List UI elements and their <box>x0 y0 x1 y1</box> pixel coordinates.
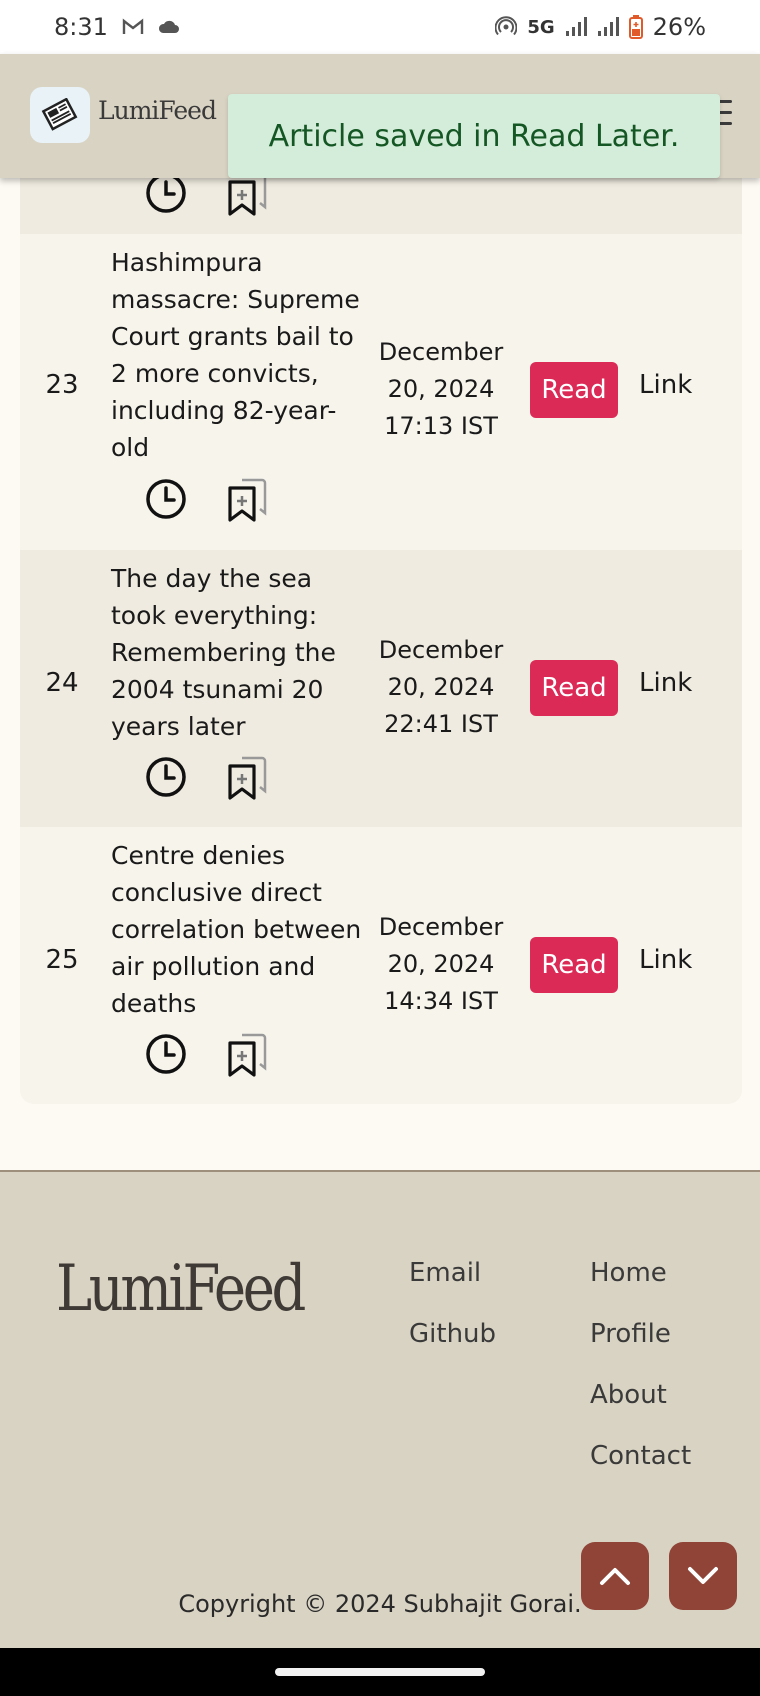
scroll-top-button[interactable] <box>581 1542 649 1610</box>
status-bar: 8:31 5G 26% <box>0 0 760 54</box>
article-date: December 20, 2024 14:34 IST <box>378 913 504 1015</box>
article-date: December 20, 2024 17:13 IST <box>378 338 504 440</box>
logo[interactable] <box>30 87 90 143</box>
clock-icon[interactable] <box>144 755 188 799</box>
footer-link-about[interactable]: About <box>590 1380 691 1411</box>
article-link[interactable]: Link <box>639 370 692 400</box>
system-nav-bar <box>0 1648 760 1696</box>
article-title: The day the sea took everything: Remembe… <box>111 564 336 741</box>
article-link[interactable]: Link <box>639 668 692 698</box>
bookmark-add-icon[interactable] <box>224 476 272 522</box>
battery-icon <box>628 15 643 39</box>
footer: LumiFeed Email Github Home Profile About… <box>0 1170 760 1648</box>
bookmark-add-icon[interactable] <box>224 178 272 216</box>
clock-icon[interactable] <box>144 178 188 215</box>
articles-table: 23 Hashimpura massacre: Supreme Court gr… <box>20 178 742 1104</box>
chevron-up-icon <box>600 1568 630 1585</box>
footer-links-nav: Home Profile About Contact <box>590 1258 691 1472</box>
table-row: 24 The day the sea took everything: Reme… <box>20 550 742 827</box>
status-time: 8:31 <box>54 13 108 41</box>
newspaper-icon <box>41 98 78 131</box>
article-number: 24 <box>45 668 79 698</box>
footer-link-github[interactable]: Github <box>409 1319 496 1350</box>
footer-link-email[interactable]: Email <box>409 1258 496 1289</box>
footer-logo[interactable]: LumiFeed <box>56 1252 306 1326</box>
article-link[interactable]: Link <box>639 945 692 975</box>
article-number: 23 <box>45 370 79 400</box>
article-date: December 20, 2024 22:41 IST <box>378 636 504 738</box>
brand-name[interactable]: LumiFeed <box>98 96 217 125</box>
footer-links-contact: Email Github <box>409 1258 496 1350</box>
table-row-partial <box>20 178 742 234</box>
article-number: 25 <box>45 945 79 975</box>
clock-icon[interactable] <box>144 1032 188 1076</box>
network-type: 5G <box>527 16 555 38</box>
article-title: Hashimpura massacre: Supreme Court grant… <box>111 248 360 462</box>
read-button[interactable]: Read <box>530 937 618 993</box>
toast-notification: Article saved in Read Later. <box>228 94 720 178</box>
home-gesture-handle[interactable] <box>275 1668 485 1676</box>
bookmark-add-icon[interactable] <box>224 1031 272 1077</box>
read-button[interactable]: Read <box>530 660 618 716</box>
table-row: 23 Hashimpura massacre: Supreme Court gr… <box>20 234 742 550</box>
signal-icon-2 <box>597 17 619 37</box>
bookmark-add-icon[interactable] <box>224 754 272 800</box>
table-row: 25 Centre denies conclusive direct corre… <box>20 827 742 1104</box>
read-button[interactable]: Read <box>530 362 618 418</box>
clock-icon[interactable] <box>144 477 188 521</box>
gmail-icon <box>122 18 144 36</box>
article-title: Centre denies conclusive direct correlat… <box>111 841 362 1018</box>
scroll-bottom-button[interactable] <box>669 1542 737 1610</box>
cloud-icon <box>158 19 180 35</box>
battery-level: 26% <box>652 13 706 41</box>
signal-icon <box>565 17 587 37</box>
footer-link-home[interactable]: Home <box>590 1258 691 1289</box>
hotspot-icon <box>495 16 518 38</box>
chevron-down-icon <box>688 1567 718 1584</box>
footer-link-profile[interactable]: Profile <box>590 1319 691 1350</box>
footer-link-contact[interactable]: Contact <box>590 1441 691 1472</box>
